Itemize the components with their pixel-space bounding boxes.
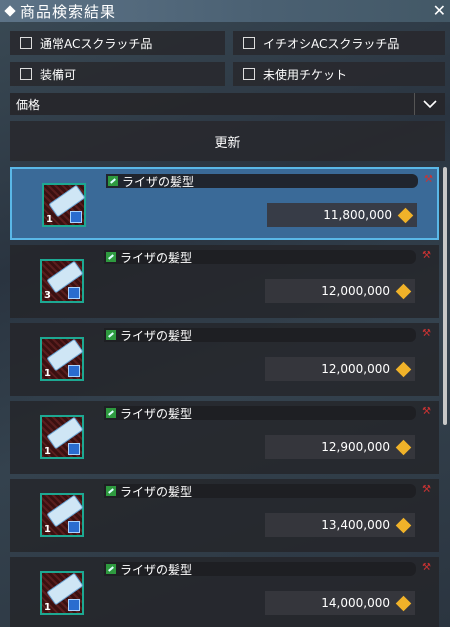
filter-unused-ticket[interactable]: 未使用チケット	[233, 62, 445, 86]
meseta-coin-icon	[395, 517, 412, 533]
item-name-bar: ライザの髪型	[104, 250, 416, 265]
checkbox-icon[interactable]	[243, 37, 255, 49]
price-box: 12,000,000	[265, 357, 415, 381]
item-qty: 1	[44, 368, 51, 379]
price-box: 12,900,000	[265, 435, 415, 459]
hammer-icon: ⚒	[422, 484, 431, 495]
meseta-coin-icon	[397, 207, 414, 223]
title-bar: 商品検索結果 ✕	[0, 0, 450, 22]
item-name: ライザの髪型	[120, 562, 193, 577]
hammer-icon: ⚒	[422, 250, 431, 261]
item-price: 13,400,000	[321, 518, 390, 532]
checkbox-icon[interactable]	[243, 68, 255, 80]
hammer-icon: ⚒	[422, 562, 431, 573]
costume-category-icon	[106, 486, 116, 496]
item-name: ライザの髪型	[120, 250, 193, 265]
result-row[interactable]: 1 ライザの髪型 ⚒ 13,400,000	[10, 479, 439, 552]
price-box: 14,000,000	[265, 591, 415, 615]
item-price: 14,000,000	[321, 596, 390, 610]
hammer-icon: ⚒	[422, 406, 431, 417]
item-name-bar: ライザの髪型	[104, 406, 416, 421]
price-box: 12,000,000	[265, 279, 415, 303]
item-price: 12,000,000	[321, 362, 390, 376]
item-name: ライザの髪型	[120, 328, 193, 343]
result-row[interactable]: 1 ライザの髪型 ⚒ 14,000,000	[10, 557, 439, 627]
item-name-bar: ライザの髪型	[104, 484, 416, 499]
ticket-icon: 1	[40, 571, 84, 615]
sort-select[interactable]: 価格	[10, 93, 445, 115]
hammer-icon: ⚒	[422, 328, 431, 339]
filter-normal-ac-scratch[interactable]: 通常ACスクラッチ品	[10, 31, 225, 55]
filter-label: イチオシACスクラッチ品	[263, 36, 400, 51]
meseta-coin-icon	[395, 283, 412, 299]
item-price: 11,800,000	[323, 208, 392, 222]
costume-category-icon	[106, 408, 116, 418]
result-row[interactable]: 3 ライザの髪型 ⚒ 12,000,000	[10, 245, 439, 318]
meseta-coin-icon	[395, 595, 412, 611]
filter-label: 未使用チケット	[263, 67, 348, 82]
scrollbar[interactable]	[443, 167, 447, 425]
price-box: 13,400,000	[265, 513, 415, 537]
ticket-icon: 1	[40, 493, 84, 537]
chevron-down-icon[interactable]	[414, 93, 445, 115]
item-name-bar: ライザの髪型	[104, 562, 416, 577]
item-name-bar: ライザの髪型	[104, 328, 416, 343]
result-row[interactable]: 1 ライザの髪型 ⚒ 12,000,000	[10, 323, 439, 396]
update-button[interactable]: 更新	[10, 121, 445, 161]
filter-label: 装備可	[40, 67, 77, 82]
window-title: 商品検索結果	[20, 2, 117, 21]
meseta-coin-icon	[395, 439, 412, 455]
ticket-icon: 1	[40, 415, 84, 459]
item-qty: 1	[44, 602, 51, 613]
item-name: ライザの髪型	[120, 406, 193, 421]
item-qty: 1	[44, 446, 51, 457]
item-price: 12,900,000	[321, 440, 390, 454]
item-price: 12,000,000	[321, 284, 390, 298]
sort-value: 価格	[16, 97, 41, 112]
result-row[interactable]: 1 ライザの髪型 ⚒ 11,800,000	[10, 167, 439, 240]
hammer-icon: ⚒	[424, 174, 433, 185]
item-name: ライザの髪型	[120, 484, 193, 499]
result-row[interactable]: 1 ライザの髪型 ⚒ 12,900,000	[10, 401, 439, 474]
checkbox-icon[interactable]	[20, 37, 32, 49]
filter-equippable[interactable]: 装備可	[10, 62, 225, 86]
ticket-icon: 1	[40, 337, 84, 381]
checkbox-icon[interactable]	[20, 68, 32, 80]
item-qty: 3	[44, 290, 51, 301]
item-name: ライザの髪型	[122, 174, 195, 189]
close-button[interactable]: ✕	[433, 0, 446, 22]
ticket-icon: 3	[40, 259, 84, 303]
ticket-icon: 1	[42, 183, 86, 227]
item-qty: 1	[44, 524, 51, 535]
costume-category-icon	[106, 252, 116, 262]
costume-category-icon	[106, 564, 116, 574]
meseta-coin-icon	[395, 361, 412, 377]
price-box: 11,800,000	[267, 203, 417, 227]
item-qty: 1	[46, 214, 53, 225]
filter-label: 通常ACスクラッチ品	[40, 36, 153, 51]
filter-featured-ac-scratch[interactable]: イチオシACスクラッチ品	[233, 31, 445, 55]
costume-category-icon	[108, 176, 118, 186]
diamond-icon	[4, 5, 16, 17]
costume-category-icon	[106, 330, 116, 340]
item-name-bar: ライザの髪型	[106, 174, 418, 189]
